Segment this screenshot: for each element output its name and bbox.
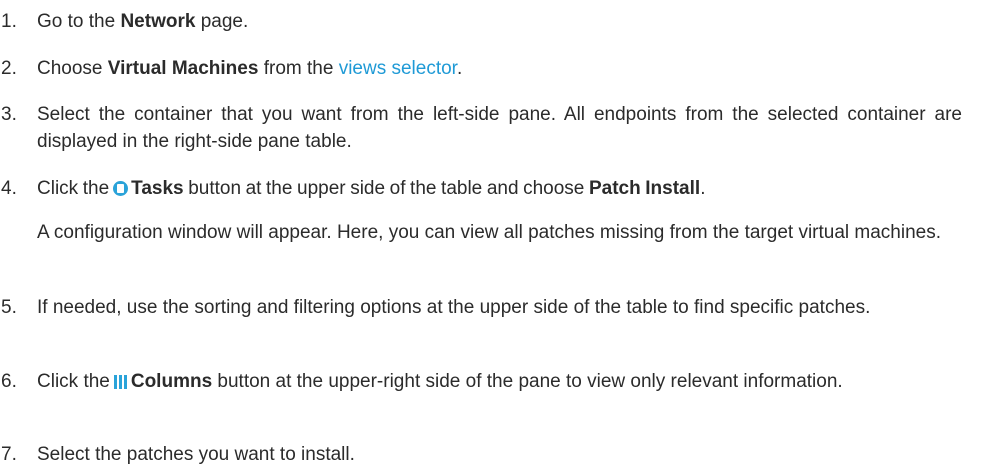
- step-text: Click the Tasks button at the upper side …: [37, 175, 962, 202]
- step-4-note: A configuration window will appear. Here…: [37, 222, 941, 243]
- step-number: 4.: [1, 178, 17, 199]
- virtual-machines-view-name: Virtual Machines: [107, 58, 259, 79]
- columns-icon: [113, 375, 127, 389]
- step-number: 2.: [1, 58, 17, 79]
- instructions-document: 1. Go to the Network page. 2. Choose Vir…: [0, 0, 987, 476]
- step-text: Select the patches you want to install.: [37, 444, 355, 465]
- step-text-post: page.: [195, 11, 249, 32]
- step-number: 1.: [1, 11, 17, 32]
- step-text-post: button at the upper-right side of the pa…: [212, 371, 843, 392]
- step-text-mid: from the: [258, 58, 339, 79]
- step-text-pre: Go to the: [37, 11, 121, 32]
- step-number: 5.: [1, 297, 17, 318]
- patch-install-option-name: Patch Install: [588, 178, 701, 199]
- step-number: 7.: [1, 444, 17, 465]
- step-text-post: .: [456, 58, 463, 79]
- step-text-post: .: [700, 178, 706, 199]
- step-text: Choose Virtual Machines from the views s…: [37, 55, 962, 82]
- step-text: Select the container that you want from …: [37, 104, 962, 152]
- step-text: Click the Columns button at the upper-rig…: [37, 368, 962, 395]
- views-selector-link[interactable]: views selector: [339, 58, 457, 79]
- step-text: Go to the Network page.: [37, 8, 962, 35]
- columns-button-name: Columns: [130, 371, 213, 392]
- tasks-icon: [113, 181, 129, 196]
- step-text: If needed, use the sorting and filtering…: [37, 297, 871, 318]
- step-number: 3.: [1, 104, 17, 125]
- step-text-mid: button at the upper side of the table an…: [183, 178, 589, 199]
- step-text-pre: Click the: [37, 178, 110, 199]
- step-number: 6.: [1, 371, 17, 392]
- step-text-pre: Click the: [37, 371, 110, 392]
- step-text-pre: Choose: [37, 58, 108, 79]
- tasks-button-name: Tasks: [131, 178, 184, 199]
- network-page-name: Network: [120, 11, 196, 32]
